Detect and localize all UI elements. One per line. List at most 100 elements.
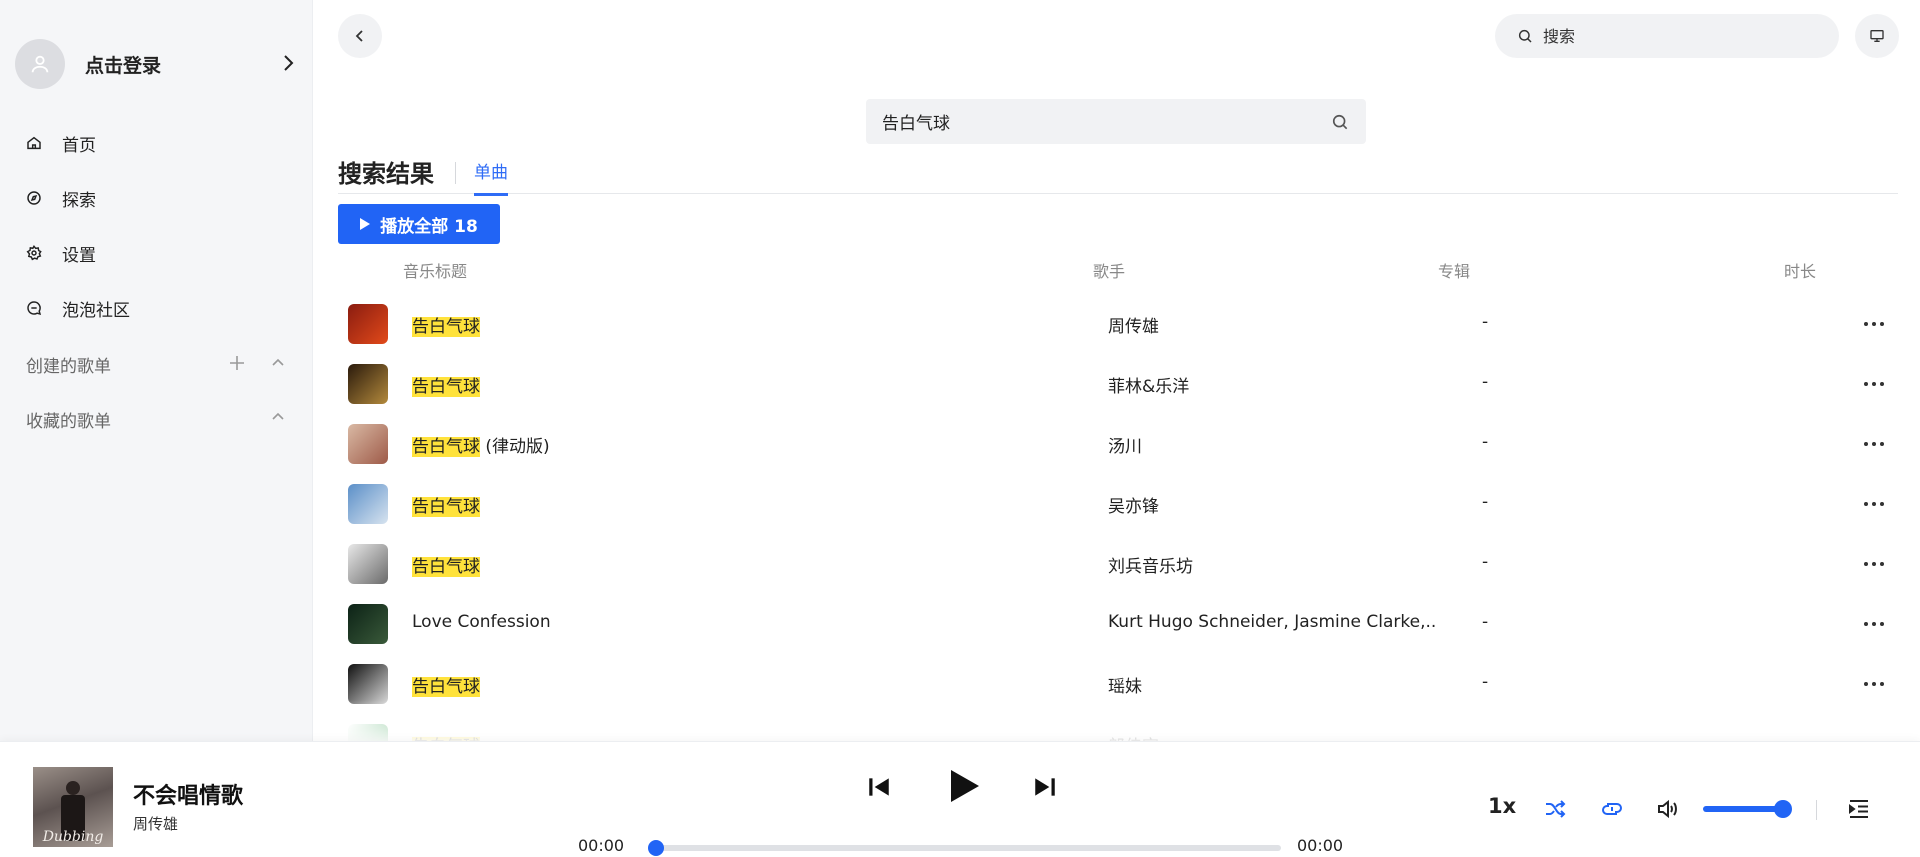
song-duration: - <box>1482 492 1489 512</box>
shuffle-button[interactable] <box>1540 794 1570 824</box>
song-row[interactable]: 告白气球 周传雄 - <box>338 294 1898 354</box>
divider <box>1816 800 1817 820</box>
repeat-button[interactable] <box>1597 794 1627 824</box>
song-row[interactable]: Love Confession Kurt Hugo Schneider, Jasm… <box>338 594 1898 654</box>
song-title: 告白气球 <box>412 372 480 397</box>
search-query-box[interactable] <box>866 99 1366 144</box>
results-header: 搜索结果 单曲 <box>338 150 1898 196</box>
more-options-button[interactable] <box>1864 676 1884 692</box>
song-row[interactable]: 告白气球 刘兵音乐坊 - <box>338 534 1898 594</box>
sidebar-item-settings[interactable]: 设置 <box>24 237 96 269</box>
song-artist[interactable]: 刘兵音乐坊 <box>1108 552 1193 577</box>
app-window: 点击登录 首页 探索 设置 泡泡社区 创建的歌单 收藏的歌单 搜索 告白气球 搜… <box>0 0 1920 857</box>
more-options-button[interactable] <box>1864 496 1884 512</box>
skip-forward-icon <box>1035 778 1055 796</box>
title-highlight: 告白气球 <box>412 497 480 517</box>
song-title: 告白气球 (律动版) <box>412 432 550 457</box>
queue-list-icon <box>1849 800 1868 818</box>
now-playing-artist[interactable]: 周传雄 <box>133 813 178 834</box>
song-title: 告白气球 <box>412 312 480 337</box>
chevron-up-icon <box>272 358 284 366</box>
now-playing-cover[interactable]: Dubbing <box>33 767 113 847</box>
chevron-right-icon <box>281 52 295 78</box>
search-query-input[interactable] <box>882 111 1330 132</box>
column-header-duration: 时长 <box>1784 262 1817 281</box>
sidebar: 点击登录 首页 探索 设置 泡泡社区 创建的歌单 收藏的歌单 <box>0 0 313 741</box>
created-playlists-header[interactable]: 创建的歌单 <box>26 352 111 377</box>
total-time: 00:00 <box>1297 836 1344 855</box>
previous-button[interactable] <box>864 772 894 802</box>
more-options-button[interactable] <box>1864 616 1884 632</box>
back-button[interactable] <box>338 14 382 58</box>
song-duration: - <box>1482 312 1489 332</box>
next-button[interactable] <box>1030 772 1060 802</box>
tab-single[interactable]: 单曲 <box>474 158 508 196</box>
playback-speed-button[interactable]: 1x <box>1488 794 1516 818</box>
sidebar-item-home[interactable]: 首页 <box>24 127 96 159</box>
section-label: 创建的歌单 <box>26 357 111 377</box>
song-artist[interactable]: 周传雄 <box>1108 312 1159 337</box>
volume-slider[interactable] <box>1703 806 1783 812</box>
song-cover <box>348 544 388 584</box>
song-artist[interactable]: Kurt Hugo Schneider, Jasmine Clarke,... <box>1108 612 1438 632</box>
column-header-title: 音乐标题 <box>403 262 468 281</box>
chat-bubble-icon <box>24 298 44 318</box>
volume-button[interactable] <box>1652 794 1682 824</box>
song-duration: - <box>1482 552 1489 572</box>
title-highlight: 告白气球 <box>412 557 480 577</box>
plus-icon <box>230 356 244 370</box>
user-icon <box>31 55 49 73</box>
more-options-button[interactable] <box>1864 556 1884 572</box>
title-highlight: 告白气球 <box>412 437 480 457</box>
song-title: Love Confession <box>412 612 551 632</box>
volume-knob[interactable] <box>1774 800 1792 818</box>
more-options-button[interactable] <box>1864 436 1884 452</box>
column-header-album: 专辑 <box>1438 262 1471 281</box>
cover-text: Dubbing <box>42 829 104 845</box>
playlist-button[interactable] <box>1844 794 1874 824</box>
more-options-button[interactable] <box>1864 316 1884 332</box>
song-artist[interactable]: 汤川 <box>1108 432 1142 457</box>
play-button[interactable] <box>944 766 984 806</box>
song-row[interactable]: 告白气球 菲林&乐洋 - <box>338 354 1898 414</box>
search-icon <box>1518 29 1532 43</box>
display-mode-button[interactable] <box>1855 14 1899 58</box>
player-bar: Dubbing 不会唱情歌 周传雄 00:00 00:00 1x <box>0 741 1920 857</box>
login-entry[interactable]: 点击登录 <box>15 38 305 90</box>
title-suffix: (律动版) <box>480 437 550 457</box>
sidebar-item-label: 探索 <box>62 190 96 211</box>
song-artist[interactable]: 瑶妹 <box>1108 672 1142 697</box>
collapse-collected-button[interactable] <box>270 409 286 429</box>
song-duration: - <box>1482 612 1489 632</box>
main-content: 搜索结果 单曲 播放全部 18 音乐标题 歌手 专辑 时长 告白气球周传雄-告白… <box>314 0 1920 764</box>
sidebar-item-label: 设置 <box>62 245 96 266</box>
song-cover <box>348 304 388 344</box>
song-row[interactable]: 告白气球 吴亦锋 - <box>338 474 1898 534</box>
sidebar-item-explore[interactable]: 探索 <box>24 182 96 214</box>
home-icon <box>24 133 44 153</box>
play-icon <box>360 218 371 230</box>
global-search-input[interactable] <box>1543 26 1823 46</box>
shuffle-icon <box>1546 800 1566 818</box>
song-artist[interactable]: 吴亦锋 <box>1108 492 1159 517</box>
sidebar-item-community[interactable]: 泡泡社区 <box>24 292 130 324</box>
more-options-button[interactable] <box>1864 376 1884 392</box>
song-cover <box>348 664 388 704</box>
gear-icon <box>24 243 44 263</box>
repeat-icon <box>1602 803 1622 815</box>
now-playing-title[interactable]: 不会唱情歌 <box>133 778 243 810</box>
song-row[interactable]: 告白气球 (律动版) 汤川 - <box>338 414 1898 474</box>
collapse-created-button[interactable] <box>270 355 286 375</box>
search-icon[interactable] <box>1330 112 1350 132</box>
collected-playlists-header[interactable]: 收藏的歌单 <box>26 407 111 432</box>
song-artist[interactable]: 菲林&乐洋 <box>1108 372 1189 397</box>
progress-bar[interactable] <box>648 840 1281 856</box>
progress-knob[interactable] <box>648 840 664 856</box>
global-search[interactable] <box>1495 14 1839 58</box>
add-playlist-button[interactable] <box>228 354 246 376</box>
song-title: 告白气球 <box>412 552 480 577</box>
song-duration: - <box>1482 432 1489 452</box>
play-all-button[interactable]: 播放全部 18 <box>338 204 500 244</box>
sidebar-item-label: 泡泡社区 <box>62 300 130 321</box>
cover-art: Dubbing <box>42 781 104 845</box>
